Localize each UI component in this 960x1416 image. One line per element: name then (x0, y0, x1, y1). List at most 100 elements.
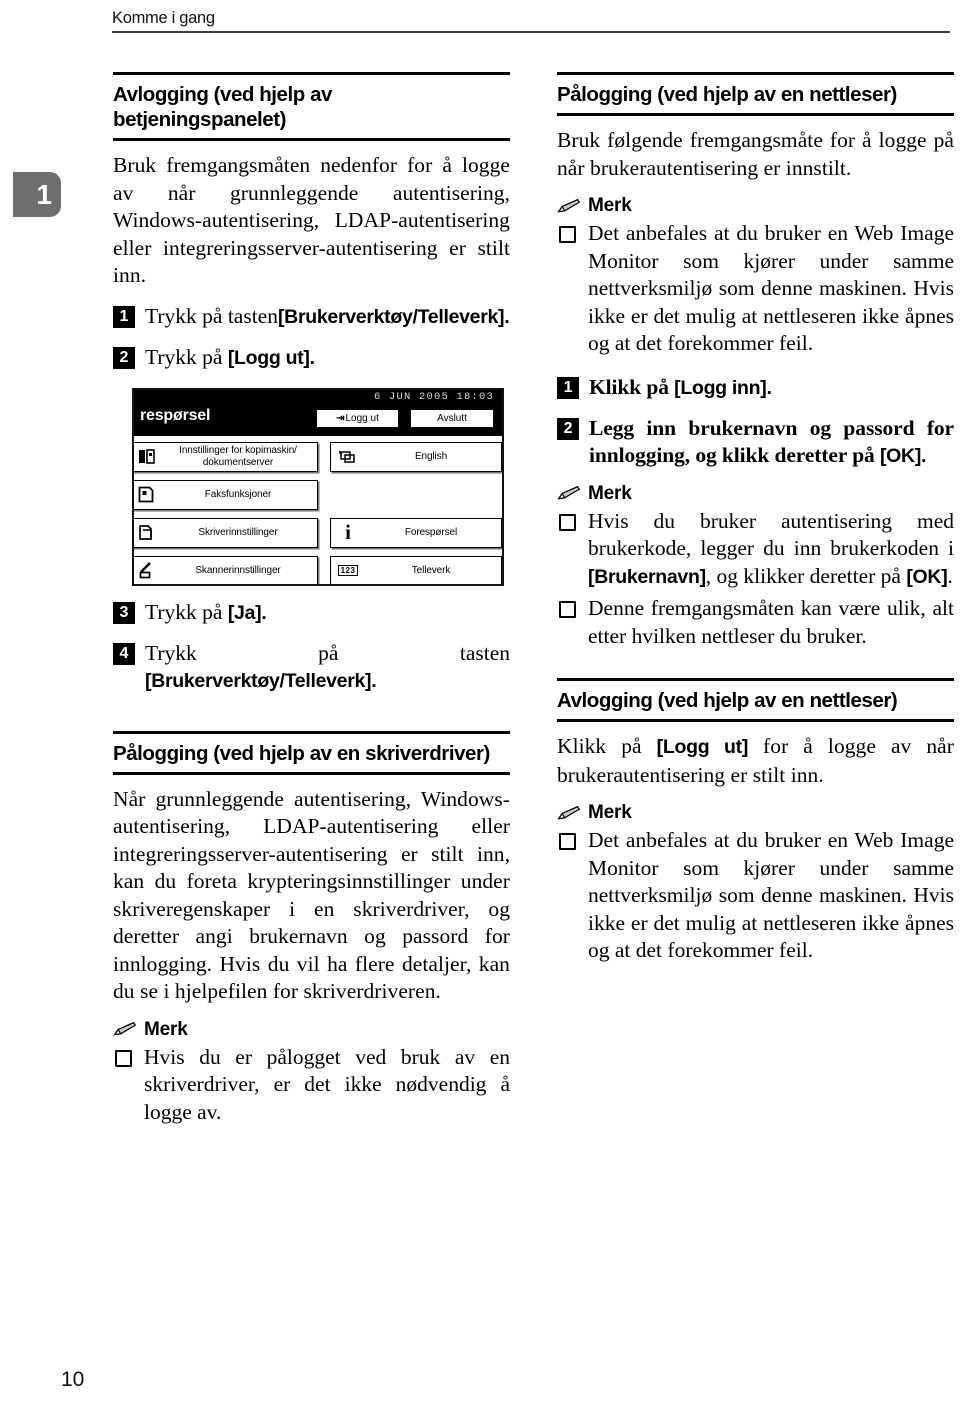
step-text-after: . (371, 669, 377, 692)
lcd-datetime: 6 JUN 2005 18:03 (373, 390, 494, 403)
note-block: Merk Det anbefales at du bruker en Web I… (557, 803, 954, 965)
note-item-text: Det anbefales at du bruker en Web Image … (588, 221, 954, 355)
step-ui-label: [Brukerverktøy/Telleverk] (145, 669, 372, 692)
note-item-text-middle: , og klikker deretter på (705, 563, 907, 588)
chapter-tab: 1 (13, 172, 61, 217)
step-ui-label: [Logg ut] (227, 346, 310, 369)
lcd-screen-title: respørsel (140, 406, 211, 424)
lcd-cell-printer-settings[interactable]: Skriverinnstillinger (134, 517, 318, 548)
step-item: 2 Legg inn brukernavn og passord for inn… (557, 415, 954, 470)
step-ui-label: [OK] (879, 444, 922, 467)
section2-body-before: Klikk på (557, 734, 657, 758)
heading-title: Avlogging (ved hjelp av betjeningspanele… (113, 83, 332, 131)
note-title: Merk (144, 1018, 188, 1040)
note-block: Merk Det anbefales at du bruker en Web I… (557, 196, 954, 358)
heading-rule-bottom (113, 138, 510, 141)
note-header: Merk (557, 803, 954, 823)
running-header-title: Komme i gang (112, 9, 215, 27)
note-bullet-square-icon (559, 513, 576, 531)
printer-icon (134, 524, 163, 541)
step-item: 2 Trykk på [Logg ut]. (113, 344, 510, 372)
step-ui-label: [Ja] (227, 601, 262, 624)
lcd-cell-english[interactable]: English (330, 441, 502, 472)
note-item-text-suffix: . (947, 563, 953, 588)
section-heading-palogging-skriverdriver: Pålogging (ved hjelp av en skriverdriver… (113, 730, 510, 775)
heading-rule-bottom (113, 771, 510, 775)
step-item: 1 Trykk på tasten[Brukerverktøy/Tellever… (113, 303, 510, 331)
note-item: Hvis du er pålogget ved bruk av en skriv… (113, 1044, 510, 1127)
note-block: Merk Hvis du er pålogget ved bruk av en … (113, 1018, 510, 1127)
pencil-icon (557, 198, 581, 212)
note-item: Det anbefales at du bruker en Web Image … (557, 827, 954, 965)
step-text-after: . (261, 601, 267, 624)
lcd-exit-button[interactable]: Avslutt (410, 408, 494, 428)
counter-123-icon: 123 (331, 565, 365, 576)
lcd-cell-label: Faksfunksjoner (204, 488, 272, 500)
lcd-cell-counter[interactable]: 123 Telleverk (330, 555, 502, 584)
left-column: Avlogging (ved hjelp av betjeningspanele… (113, 72, 510, 1126)
lcd-cell-label: Forespørsel (404, 526, 458, 538)
note-header: Merk (557, 482, 954, 504)
note-item-text-prefix: Hvis du bruker autentisering med brukerk… (588, 508, 954, 561)
note-bullet-square-icon (115, 1049, 132, 1067)
heading-title: Avlogging (ved hjelp av en nettleser) (557, 689, 898, 712)
step-ui-label: [Brukerverktøy/Telleverk] (277, 305, 505, 328)
step-text-before: Trykk på tasten (145, 640, 510, 665)
lcd-cell-label: English (414, 450, 448, 462)
intro-paragraph: Bruk fremgangsmåten nedenfor for å logge… (113, 153, 510, 287)
lcd-cell-label: Skriverinnstillinger (198, 526, 278, 538)
lcd-logout-button[interactable]: ⇥ Logg ut (316, 408, 399, 428)
step-text-after: . (504, 305, 510, 328)
heading-title: Pålogging (ved hjelp av en skriverdriver… (113, 741, 490, 765)
step-text-after: . (766, 376, 772, 399)
note-item-ui-label: [OK] (906, 565, 948, 588)
intro-paragraph: Bruk følgende fremgangsmåte for å logge … (557, 128, 954, 180)
section2-body-ui-label: [Logg ut] (656, 736, 749, 758)
note-item: Hvis du bruker autentisering med brukerk… (557, 508, 954, 592)
heading-rule-bottom (557, 113, 954, 116)
lcd-panel-figure: 6 JUN 2005 18:03 respørsel ⇥ Logg ut Avsl… (132, 387, 504, 586)
note-title: Merk (588, 195, 632, 216)
lcd-cell-scanner-settings[interactable]: Skannerinnstillinger (134, 555, 318, 584)
running-header: Komme i gang (112, 8, 950, 33)
section-heading-avlogging-nettleser: Avlogging (ved hjelp av en nettleser) (557, 678, 954, 722)
note-item: Det anbefales at du bruker en Web Image … (557, 220, 954, 358)
copier-document-server-icon (134, 448, 163, 465)
note-title: Merk (588, 482, 632, 504)
step-number: 4 (113, 642, 135, 665)
note-header: Merk (113, 1018, 510, 1040)
step-ui-label: [Logg inn] (674, 376, 767, 399)
lcd-cell-inquiry[interactable]: i Forespørsel (330, 517, 502, 548)
step-item: 4 Trykk på tasten [Brukerverktøy/Telleve… (113, 640, 510, 695)
lcd-body: Innstillinger for kopimaskin/ dokumentse… (134, 435, 502, 584)
lcd-cell-fax-functions[interactable]: Faksfunksjoner (134, 479, 318, 510)
heading-rule-bottom (557, 719, 954, 722)
step-number: 2 (113, 346, 135, 369)
section2-body: Klikk på [Logg ut] for å logge av når br… (557, 733, 954, 789)
lcd-exit-label: Avslutt (437, 412, 467, 424)
pencil-icon (113, 1021, 137, 1036)
step-text-after: . (921, 444, 927, 467)
lcd-logout-label: Logg ut (345, 412, 379, 424)
right-column: Pålogging (ved hjelp av en nettleser) Br… (557, 72, 954, 965)
note-bullet-square-icon (559, 833, 576, 850)
lcd-cell-copier-settings[interactable]: Innstillinger for kopimaskin/ dokumentse… (134, 441, 318, 472)
pencil-icon (557, 805, 581, 819)
step-item: 3 Trykk på [Ja]. (113, 599, 510, 627)
info-icon: i (345, 520, 351, 544)
note-item-text: Det anbefales at du bruker en Web Image … (588, 828, 954, 962)
step-text-after: . (309, 346, 315, 369)
step-number: 2 (557, 417, 579, 440)
step-number: 3 (113, 601, 135, 624)
note-item-text: Hvis du er pålogget ved bruk av en skriv… (144, 1044, 510, 1124)
note-bullet-square-icon (559, 226, 576, 243)
section-heading-palogging-nettleser: Pålogging (ved hjelp av en nettleser) (557, 72, 954, 116)
step-text-before: Trykk på (145, 344, 228, 369)
note-header: Merk (557, 196, 954, 216)
step-number: 1 (113, 305, 135, 328)
pencil-icon (557, 485, 581, 500)
section-heading-avlogging-betjeningspanelet: Avlogging (ved hjelp av betjeningspanele… (113, 72, 510, 141)
lcd-cell-label: Skannerinnstillinger (195, 564, 281, 576)
step-text-before: Trykk på tasten (145, 303, 278, 328)
section2-body: Når grunnleggende autentisering, Windows… (113, 786, 510, 1004)
